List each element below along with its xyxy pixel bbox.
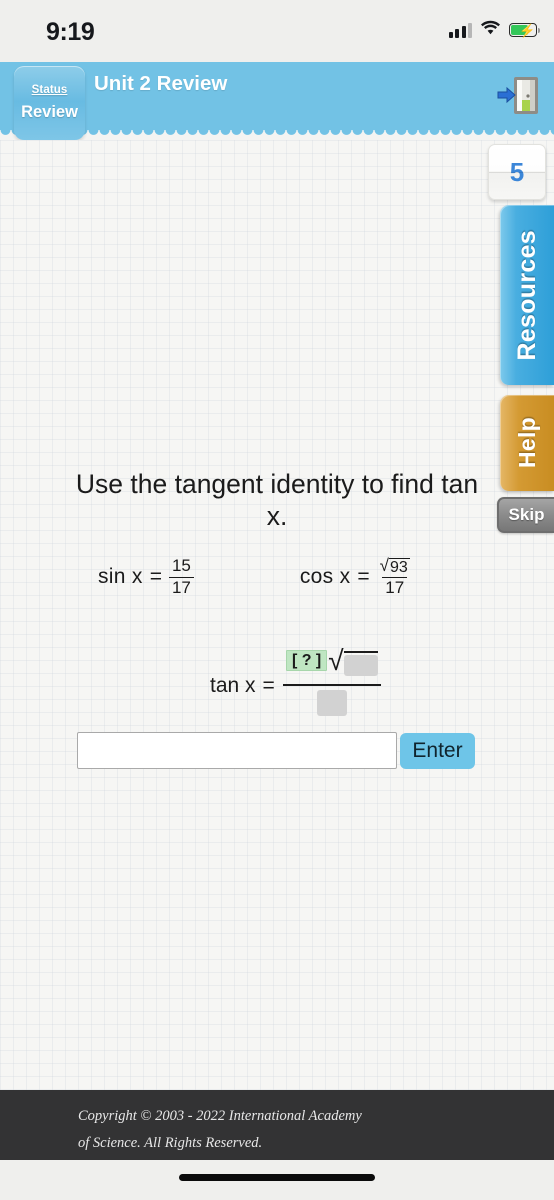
status-badge-label: Status xyxy=(31,84,68,96)
enter-button[interactable]: Enter xyxy=(400,733,475,769)
tan-numerator-group: [ ? ] √ xyxy=(285,645,378,684)
answer-blank-denominator-box[interactable] xyxy=(316,690,347,716)
question-counter-value: 5 xyxy=(509,157,525,187)
status-badge[interactable]: Status Review xyxy=(14,66,85,140)
given-sin-expression: sin x = 15 17 xyxy=(98,556,194,597)
tan-denominator-group xyxy=(316,686,347,722)
cellular-signal-icon xyxy=(448,22,472,38)
cos-radical: √ 93 xyxy=(380,557,410,576)
home-indicator-area xyxy=(0,1160,554,1200)
page-title: Unit 2 Review xyxy=(94,72,228,95)
given-values-row: sin x = 15 17 cos x = √ 93 17 xyxy=(80,556,480,597)
question-canvas xyxy=(0,140,554,1090)
cos-denominator: 17 xyxy=(382,577,408,597)
cos-numerator: √ 93 xyxy=(377,557,413,577)
resources-tab[interactable]: Resources xyxy=(500,205,554,385)
given-cos-expression: cos x = √ 93 17 xyxy=(300,557,413,597)
radical-sign-icon: √ xyxy=(328,645,344,676)
answer-input[interactable] xyxy=(77,732,397,769)
tan-answer-expression: tan x = [ ? ] √ xyxy=(210,645,381,722)
app-screen: 9:19 ⚡ Status Review Unit 2 Review 5 Res… xyxy=(0,0,554,1200)
help-tab-label: Help xyxy=(513,417,540,469)
home-indicator[interactable] xyxy=(179,1174,375,1181)
tan-answer-fraction: [ ? ] √ xyxy=(282,645,381,722)
answer-radicand-group xyxy=(343,651,378,682)
status-badge-value: Review xyxy=(21,103,78,121)
copyright-line-1: Copyright © 2003 - 2022 International Ac… xyxy=(78,1108,362,1124)
resources-tab-label: Resources xyxy=(512,229,541,361)
cos-fraction: √ 93 17 xyxy=(377,557,413,597)
cos-equals-sign: = xyxy=(357,565,370,589)
sin-denominator: 17 xyxy=(168,576,194,597)
tan-equals-sign: = xyxy=(262,674,275,697)
answer-blank-question-box[interactable]: [ ? ] xyxy=(285,650,328,671)
radical-sign-icon: √ xyxy=(379,556,389,575)
sin-label: sin x xyxy=(98,565,143,589)
ios-status-bar: 9:19 ⚡ xyxy=(0,0,554,62)
tan-label: tan x xyxy=(210,674,256,697)
help-tab[interactable]: Help xyxy=(500,395,554,491)
sin-equals-sign: = xyxy=(149,565,162,589)
exit-door-icon[interactable] xyxy=(494,70,544,120)
sin-fraction: 15 17 xyxy=(168,556,194,597)
cos-radicand: 93 xyxy=(389,558,410,576)
battery-charging-icon: ⚡ xyxy=(509,23,541,38)
cos-label: cos x xyxy=(299,565,351,589)
copyright-line-2: of Science. All Rights Reserved. xyxy=(78,1134,263,1151)
skip-button[interactable]: Skip xyxy=(497,497,554,533)
answer-blank-radicand-box[interactable] xyxy=(343,655,378,676)
wifi-icon xyxy=(481,20,500,40)
answer-radical: √ xyxy=(328,645,378,682)
question-prompt: Use the tangent identity to find tan x. xyxy=(75,469,479,532)
footer: Copyright © 2003 - 2022 International Ac… xyxy=(0,1090,554,1160)
skip-button-label: Skip xyxy=(508,505,545,524)
sin-numerator: 15 xyxy=(171,556,191,576)
question-counter: 5 xyxy=(488,144,546,200)
status-bar-clock: 9:19 xyxy=(46,18,95,46)
status-bar-indicators: ⚡ xyxy=(448,20,541,40)
